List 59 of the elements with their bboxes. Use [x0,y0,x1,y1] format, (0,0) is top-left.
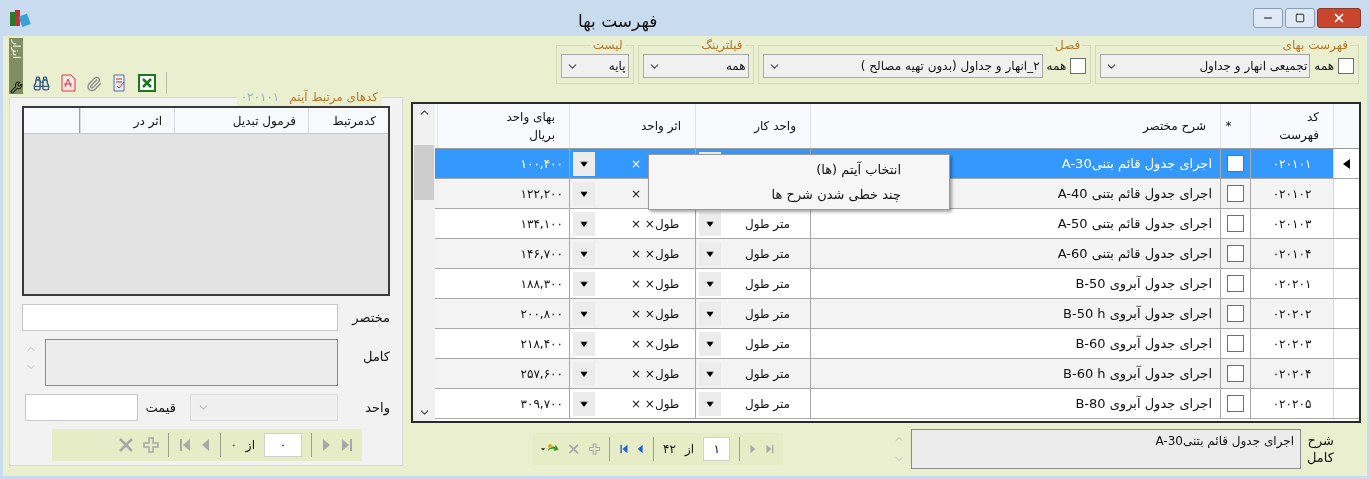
table-cell-text: × [631,155,643,173]
table-cell: ۰۲۰۱۰۴ [1250,239,1333,268]
group-label: لیست [591,37,624,54]
table-cell-text: طول× × [631,365,681,383]
table-cell: اجرای جدول قائم بتنی A-60 [810,239,1220,268]
item-code: ۰۲۰۱۰۱ [240,89,280,106]
window-title: فهرست بها [578,10,658,34]
table-cell-text: ۱۲۲,۲۰۰ [519,185,564,203]
table-cell: اجرای جدول آبروی B-60 h [810,359,1220,388]
table-cell-text: ۲۰۰,۸۰۰ [519,305,564,323]
table-cell-text: متر طول [745,305,790,323]
total-count: ۴۲ [663,441,676,458]
table-cell-text: متر طول [745,215,790,233]
table-cell-text: متر طول [745,335,790,353]
field-label: واحد [364,398,390,418]
field-label: کامل [362,348,390,366]
table-cell: اجرای جدول آبروی B-50 [810,269,1220,298]
field-label: مختصر [350,308,390,327]
table-cell: اجرای جدول آبروی B-60 [810,329,1220,358]
table-cell-text: ۱۳۴,۱۰۰ [519,215,564,233]
table-cell: اجرای جدول آبروی B-50 h [810,299,1220,328]
table-cell-text: طول× × [631,395,681,413]
total-count: ۰ [230,437,237,454]
field-label: شرح کامل [1307,432,1334,466]
group-label: فصل [1054,37,1082,54]
table-cell-text: ۱۴۶,۷۰۰ [519,245,564,263]
table-cell: ۰۲۰۱۰۳ [1250,209,1333,238]
of-label: از [684,441,695,458]
all-label: همه [1314,58,1334,75]
table-cell-text: ۲۵۷,۶۰۰ [519,365,564,383]
table-cell-text: طول× × [631,275,681,293]
table-cell-text: طول× × [631,335,681,353]
table-cell-text: طول× × [631,305,681,323]
table-cell-text: طول× × [631,245,681,263]
toolbar-label: ابزار [11,38,21,59]
table-cell-text: ۲۱۸,۴۰۰ [519,335,564,353]
table-cell: ۰۲۰۲۰۱ [1250,269,1333,298]
table-cell-text: طول× × [631,215,681,233]
field-label: قیمت [145,398,176,417]
table-cell-text: × [631,185,643,203]
group-label: فیلترینگ [700,37,744,54]
table-cell-text: متر طول [745,275,790,293]
table-cell-text: ۱۸۸,۳۰۰ [519,275,564,293]
table-cell: ۰۲۰۱۰۱ [1250,149,1333,178]
table-cell: ۰۲۰۱۰۲ [1250,179,1333,208]
table-cell: ۰۲۰۲۰۳ [1250,329,1333,358]
all-label: همه [1046,58,1067,75]
table-cell-text: متر طول [745,395,790,413]
group-label: کدهای مرتبط آیتم [289,88,378,106]
table-cell-text: متر طول [745,365,790,383]
table-cell-text: ۳۰۹,۷۰۰ [519,395,564,413]
table-cell: اجرای جدول آبروی B-80 [810,389,1220,418]
table-cell: ۰۲۰۲۰۲ [1250,299,1333,328]
table-cell-text: ۱۰۰,۴۰۰ [519,155,564,173]
table-cell: ۰۲۰۲۰۵ [1250,389,1333,418]
table-cell: ۰۲۰۲۰۴ [1250,359,1333,388]
group-label: فهرست بهای [1281,37,1349,54]
of-label: از [245,437,255,454]
table-cell-text: متر طول [745,245,790,263]
